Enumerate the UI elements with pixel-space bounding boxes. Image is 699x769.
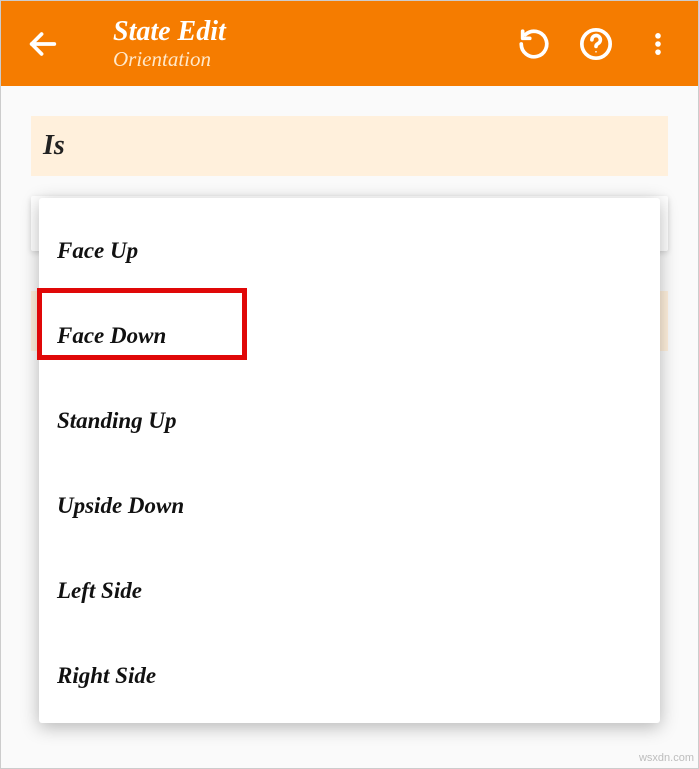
undo-button[interactable] <box>516 26 552 62</box>
page-title: State Edit <box>113 16 516 48</box>
appbar: State Edit Orientation <box>1 1 698 86</box>
dropdown-item-upside-down[interactable]: Upside Down <box>39 463 660 548</box>
dropdown-item-label: Left Side <box>57 578 142 604</box>
dropdown-item-standing-up[interactable]: Standing Up <box>39 378 660 463</box>
back-button[interactable] <box>13 27 73 61</box>
dropdown-item-right-side[interactable]: Right Side <box>39 633 660 718</box>
appbar-actions <box>516 26 686 62</box>
page-subtitle: Orientation <box>113 47 516 71</box>
appbar-titles: State Edit Orientation <box>73 16 516 70</box>
help-button[interactable] <box>578 26 614 62</box>
dropdown-item-label: Upside Down <box>57 493 184 519</box>
overflow-menu-button[interactable] <box>640 26 676 62</box>
watermark: wsxdn.com <box>639 752 694 764</box>
dropdown-item-face-up[interactable]: Face Up <box>39 208 660 293</box>
help-icon <box>579 27 613 61</box>
dropdown-item-label: Face Up <box>57 238 138 264</box>
section-label-text: Is <box>43 130 65 162</box>
orientation-dropdown: Face Up Face Down Standing Up Upside Dow… <box>39 198 660 723</box>
dropdown-item-label: Right Side <box>57 663 156 689</box>
dropdown-item-label: Face Down <box>57 323 166 349</box>
dropdown-item-label: Standing Up <box>57 408 177 434</box>
dropdown-item-face-down[interactable]: Face Down <box>39 293 660 378</box>
more-vert-icon <box>644 27 672 61</box>
undo-icon <box>517 27 551 61</box>
dropdown-item-left-side[interactable]: Left Side <box>39 548 660 633</box>
section-label-is: Is <box>31 116 668 176</box>
arrow-back-icon <box>26 27 60 61</box>
